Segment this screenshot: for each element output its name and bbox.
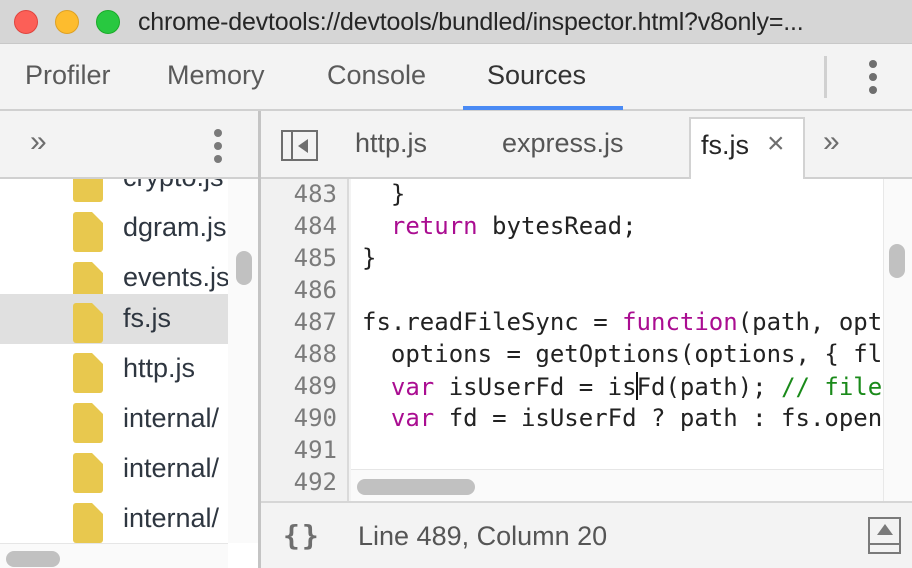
line-number[interactable]: 489 bbox=[294, 372, 337, 400]
navigator-toolbar: » bbox=[0, 111, 258, 179]
code-text: fd = isUserFd ? path : fs.openSync(path,… bbox=[448, 404, 883, 432]
code-line[interactable]: return bytesRead; bbox=[362, 212, 637, 240]
tab-sources[interactable]: Sources bbox=[487, 60, 586, 91]
file-name: internal/ bbox=[123, 403, 220, 433]
code-line[interactable]: options = getOptions(options, { flag: 'r… bbox=[362, 340, 883, 368]
line-number[interactable]: 486 bbox=[294, 276, 337, 304]
close-window-button[interactable] bbox=[14, 10, 38, 34]
window-title: chrome-devtools://devtools/bundled/inspe… bbox=[138, 8, 804, 36]
file-icon bbox=[73, 303, 103, 343]
editor-vertical-scroll-thumb[interactable] bbox=[889, 244, 905, 278]
file-tree-item-selected[interactable]: fs.js bbox=[0, 294, 228, 344]
line-number[interactable]: 483 bbox=[294, 180, 337, 208]
more-editor-tabs-chevron-icon[interactable]: » bbox=[823, 127, 840, 157]
code-text: (path, options) { bbox=[737, 308, 883, 336]
file-navigator: » crypto.js dgram.js events.js fs.js htt… bbox=[0, 111, 258, 568]
editor-tab-http-js[interactable]: http.js bbox=[355, 128, 427, 159]
file-icon bbox=[73, 179, 103, 202]
code-text: options = getOptions(options, { flag: 'r… bbox=[390, 340, 883, 368]
code-keyword: return bbox=[390, 212, 478, 240]
editor-tab-label: fs.js bbox=[701, 130, 750, 160]
file-tree-item[interactable]: http.js bbox=[0, 344, 228, 394]
editor-vertical-scrollbar[interactable] bbox=[883, 179, 912, 501]
file-icon bbox=[73, 212, 103, 252]
file-icon bbox=[73, 353, 103, 393]
file-tree: crypto.js dgram.js events.js fs.js http.… bbox=[0, 179, 228, 543]
navigator-vertical-scroll-thumb[interactable] bbox=[236, 251, 252, 285]
customize-devtools-menu-icon[interactable] bbox=[866, 60, 880, 96]
code-text: } bbox=[362, 244, 377, 272]
code-editor[interactable]: } return bytesRead;} fs.readFileSync = fu… bbox=[351, 179, 883, 469]
code-line[interactable]: fs.readFileSync = function(path, options… bbox=[362, 308, 883, 336]
tab-memory[interactable]: Memory bbox=[167, 60, 265, 91]
active-tab-indicator bbox=[463, 106, 623, 110]
file-name: internal/ bbox=[123, 503, 220, 533]
more-tabs-chevron-icon[interactable]: » bbox=[30, 127, 47, 157]
file-icon bbox=[73, 453, 103, 493]
navigator-horizontal-scroll-thumb[interactable] bbox=[6, 551, 60, 567]
navigator-horizontal-scrollbar[interactable] bbox=[0, 543, 228, 568]
code-comment: // file descriptor ownership bbox=[781, 373, 883, 401]
code-text: fs.readFileSync = bbox=[362, 308, 623, 336]
file-name: events.js bbox=[123, 262, 228, 292]
code-keyword: var bbox=[390, 373, 435, 401]
file-name: http.js bbox=[123, 353, 196, 383]
close-tab-icon[interactable]: × bbox=[767, 127, 785, 161]
toggle-navigator-icon[interactable] bbox=[281, 130, 318, 161]
line-number[interactable]: 485 bbox=[294, 244, 337, 272]
main-panel-tabs: Profiler Memory Console Sources bbox=[0, 44, 912, 111]
navigator-vertical-scrollbar[interactable] bbox=[228, 179, 258, 543]
line-number[interactable]: 490 bbox=[294, 404, 337, 432]
line-number[interactable]: 492 bbox=[294, 468, 337, 496]
file-tree-item[interactable]: internal/ bbox=[0, 494, 228, 543]
code-line[interactable]: var fd = isUserFd ? path : fs.openSync(p… bbox=[362, 404, 883, 432]
editor-tab-fs-js[interactable]: fs.js × bbox=[689, 117, 805, 179]
navigator-menu-icon[interactable] bbox=[212, 129, 224, 163]
file-name: dgram.js bbox=[123, 212, 227, 242]
editor-tab-bar: http.js express.js fs.js × » bbox=[261, 111, 912, 179]
editor-tab-express-js[interactable]: express.js bbox=[502, 128, 624, 159]
file-tree-item[interactable]: crypto.js bbox=[0, 179, 228, 203]
line-number-gutter[interactable]: 483 484 485 486 487 488 489 490 491 492 bbox=[261, 179, 349, 501]
file-tree-item[interactable]: internal/ bbox=[0, 394, 228, 444]
window-titlebar: chrome-devtools://devtools/bundled/inspe… bbox=[0, 0, 912, 44]
editor-horizontal-scroll-thumb[interactable] bbox=[357, 479, 475, 495]
file-icon bbox=[73, 503, 103, 543]
code-line[interactable]: var isUserFd = isFd(path); // file descr… bbox=[362, 372, 883, 401]
file-name: internal/ bbox=[123, 453, 220, 483]
code-keyword: var bbox=[390, 404, 435, 432]
cursor-position: Line 489, Column 20 bbox=[358, 521, 608, 551]
file-icon bbox=[73, 403, 103, 443]
editor-status-bar: {} Line 489, Column 20 bbox=[261, 501, 912, 568]
minimize-window-button[interactable] bbox=[55, 10, 79, 34]
code-text: Fd(path); bbox=[636, 373, 782, 401]
toolbar-divider bbox=[824, 56, 827, 98]
line-number[interactable]: 487 bbox=[294, 308, 337, 336]
code-text: isUserFd = is bbox=[434, 373, 637, 401]
code-text: bytesRead; bbox=[477, 212, 637, 240]
line-number[interactable]: 488 bbox=[294, 340, 337, 368]
code-text: } bbox=[362, 180, 406, 208]
pretty-print-icon[interactable]: {} bbox=[283, 519, 321, 552]
editor-horizontal-scrollbar[interactable] bbox=[351, 469, 883, 501]
tab-profiler[interactable]: Profiler bbox=[25, 60, 111, 91]
code-line[interactable]: } bbox=[362, 244, 376, 272]
tab-console[interactable]: Console bbox=[327, 60, 426, 91]
line-number[interactable]: 484 bbox=[294, 212, 337, 240]
zoom-window-button[interactable] bbox=[96, 10, 120, 34]
file-tree-item[interactable]: internal/ bbox=[0, 444, 228, 494]
code-keyword: function bbox=[622, 308, 738, 336]
file-name: crypto.js bbox=[123, 179, 224, 193]
file-tree-item[interactable]: dgram.js bbox=[0, 203, 228, 253]
file-name: fs.js bbox=[123, 303, 172, 333]
code-line[interactable]: } bbox=[362, 180, 405, 208]
line-number[interactable]: 491 bbox=[294, 436, 337, 464]
show-drawer-icon[interactable] bbox=[868, 517, 901, 554]
